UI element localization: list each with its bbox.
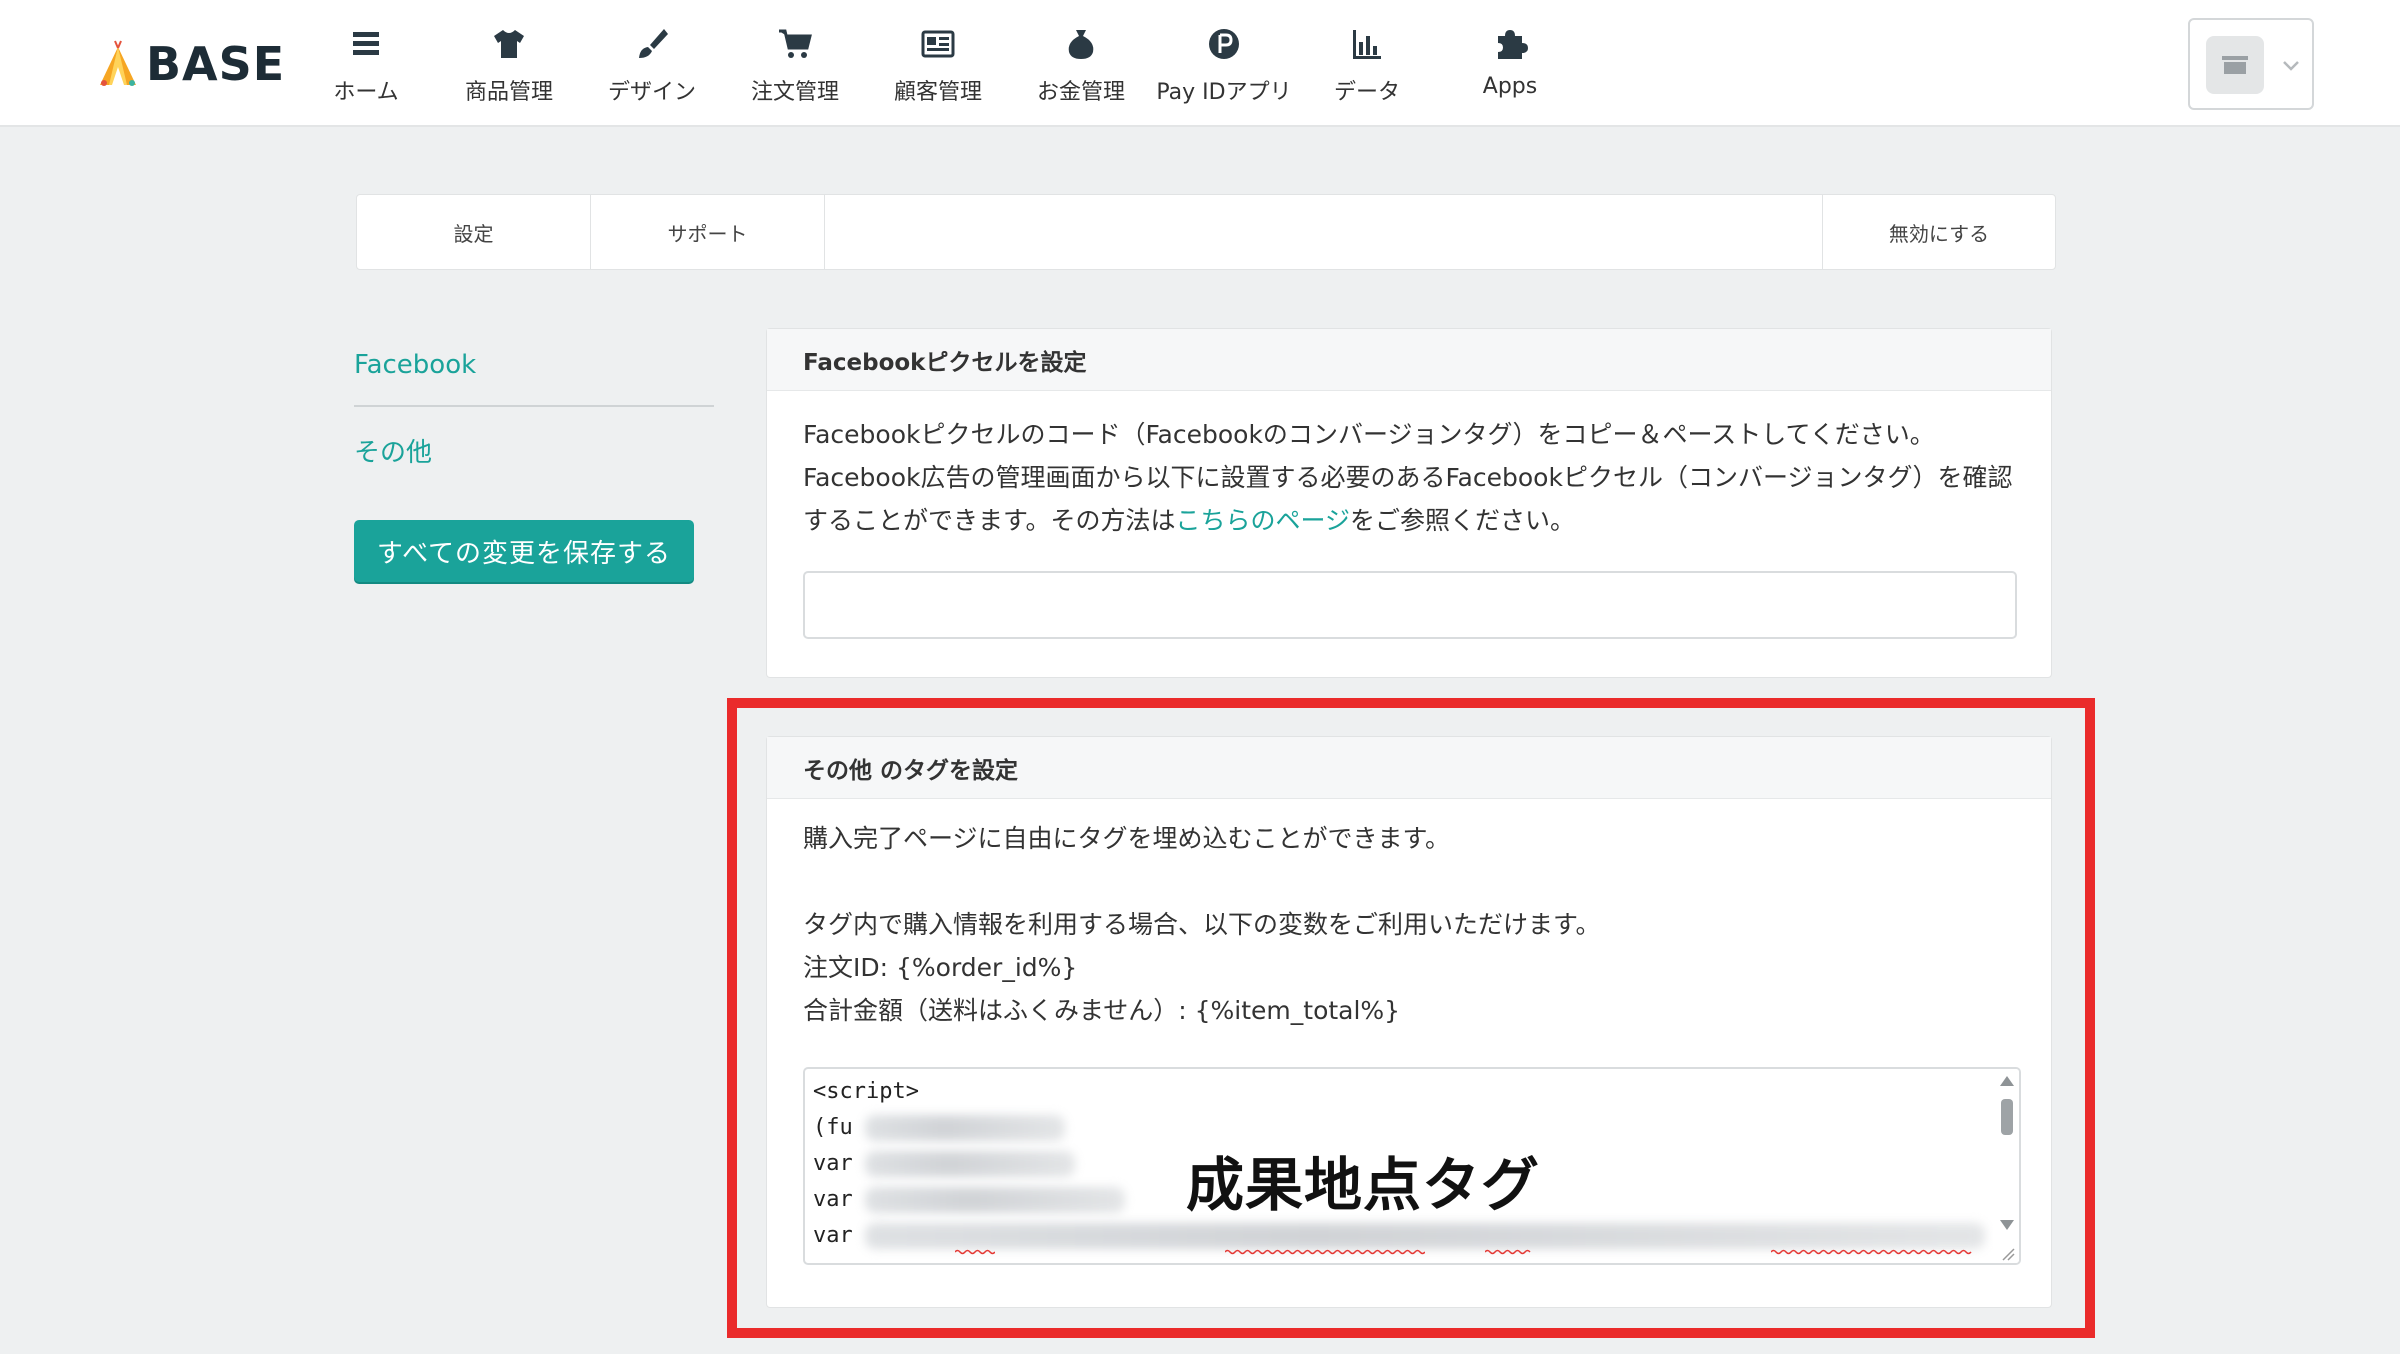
bar-chart-icon: [1353, 30, 1381, 59]
nav-customers[interactable]: 顧客管理: [868, 22, 1008, 112]
nav-products[interactable]: 商品管理: [439, 22, 579, 112]
puzzle-icon: [1498, 30, 1528, 59]
tipi-logo-icon: [100, 40, 136, 86]
nav-data[interactable]: データ: [1297, 22, 1437, 112]
facebook-pixel-textarea[interactable]: [803, 571, 2017, 639]
red-highlight-box: [727, 698, 2095, 1338]
logo-text: BASE: [146, 37, 286, 91]
customer-card-icon: [921, 30, 955, 58]
base-logo[interactable]: BASE: [96, 36, 285, 92]
nav-money[interactable]: お金管理: [1011, 22, 1151, 112]
nav-label: お金管理: [1036, 80, 1125, 105]
tabbar-spacer: [825, 195, 1823, 269]
chevron-down-icon: [2283, 61, 2299, 71]
brush-icon: [639, 29, 668, 58]
desc-text: をご参照ください。: [1350, 506, 1576, 535]
home-list-icon: [353, 32, 379, 55]
top-header: BASE ホーム 商品管理 デザイン 注文管理 顧客管理 お金管理 Pay ID…: [0, 0, 2400, 127]
store-menu-button[interactable]: [2188, 18, 2314, 110]
settings-tabbar: 設定 サポート 無効にする: [356, 194, 2056, 270]
payid-icon: [1209, 29, 1239, 59]
store-icon: [2222, 56, 2248, 74]
desc-line: することができます。その方法はこちらのページをご参照ください。: [803, 499, 2015, 542]
desc-text: することができます。その方法は: [803, 506, 1176, 535]
nav-payid[interactable]: Pay IDアプリ: [1154, 22, 1294, 112]
desc-line: Facebook広告の管理画面から以下に設置する必要のあるFacebookピクセ…: [803, 463, 2013, 492]
nav-label: 商品管理: [464, 80, 553, 105]
nav-orders[interactable]: 注文管理: [725, 22, 865, 112]
desc-line: Facebookピクセルのコード（Facebookのコンバージョンタグ）をコピー…: [803, 420, 1935, 449]
nav-label: 注文管理: [750, 80, 839, 105]
sidebar-divider: [354, 405, 714, 407]
facebook-description: Facebookピクセルのコード（Facebookのコンバージョンタグ）をコピー…: [803, 413, 2015, 542]
tshirt-icon: [494, 30, 524, 58]
tab-settings[interactable]: 設定: [357, 195, 591, 269]
store-avatar: [2206, 36, 2264, 94]
money-bag-icon: [1068, 30, 1094, 59]
nav-home[interactable]: ホーム: [296, 22, 436, 112]
help-page-link[interactable]: こちらのページ: [1176, 506, 1351, 535]
nav-label: 顧客管理: [893, 80, 982, 105]
tab-support[interactable]: サポート: [591, 195, 825, 269]
save-all-button[interactable]: すべての変更を保存する: [354, 520, 694, 582]
card-title: Facebookピクセルを設定: [767, 329, 2051, 391]
cart-icon: [779, 29, 812, 58]
nav-label: Pay IDアプリ: [1156, 80, 1292, 105]
nav-design[interactable]: デザイン: [582, 22, 722, 112]
nav-apps[interactable]: Apps: [1440, 22, 1580, 112]
sidebar-item-facebook[interactable]: Facebook: [354, 350, 476, 380]
nav-label: Apps: [1482, 74, 1538, 99]
nav-label: デザイン: [607, 80, 696, 105]
nav-label: ホーム: [333, 80, 399, 105]
disable-button[interactable]: 無効にする: [1823, 195, 2055, 269]
nav-label: データ: [1333, 80, 1400, 105]
facebook-pixel-card: Facebookピクセルを設定 Facebookピクセルのコード（Faceboo…: [766, 328, 2052, 678]
sidebar-item-other[interactable]: その他: [354, 432, 432, 469]
